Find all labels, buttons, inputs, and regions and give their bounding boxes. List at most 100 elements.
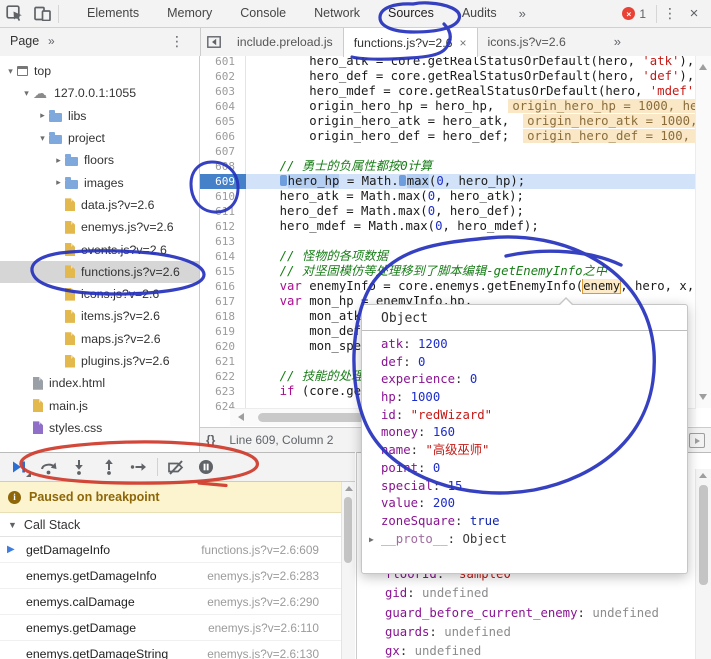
line-number[interactable]: 607 xyxy=(200,144,246,159)
tree-item-items-js-v-2-6[interactable]: items.js?v=2.6 xyxy=(0,305,199,327)
tree-item-images[interactable]: ▸images xyxy=(0,171,199,193)
code-line-602[interactable]: 602 hero_def = core.getRealStatusOrDefau… xyxy=(200,69,696,84)
code-line-609[interactable]: 609 hero_hp = Math.max(0, hero_hp); xyxy=(200,174,696,189)
step-over-button[interactable] xyxy=(34,454,64,480)
property-row-name[interactable]: name: "高级巫师" xyxy=(362,442,687,460)
disclosure-open-icon[interactable]: ▾ xyxy=(36,133,49,144)
call-stack-header[interactable]: ▼ Call Stack xyxy=(0,513,355,537)
expand-arrow-icon[interactable]: ▶ xyxy=(369,531,374,549)
tree-item-enemys-js-v-2-6[interactable]: enemys.js?v=2.6 xyxy=(0,216,199,238)
code-line-607[interactable]: 607 xyxy=(200,144,696,159)
scroll-up-icon[interactable] xyxy=(345,486,353,491)
scroll-up-icon[interactable] xyxy=(699,64,707,70)
line-number[interactable]: 616 xyxy=(200,279,246,294)
line-number[interactable]: 622 xyxy=(200,369,246,384)
property-row-atk[interactable]: atk: 1200 xyxy=(362,336,687,354)
code-line-603[interactable]: 603 hero_mdef = core.getRealStatusOrDefa… xyxy=(200,84,696,99)
tree-item-icons-js-v-2-6[interactable]: icons.js?v=2.6 xyxy=(0,283,199,305)
call-stack-frame[interactable]: ▶getDamageInfofunctions.js?v=2.6:609 xyxy=(0,537,355,563)
editor-vertical-scrollbar[interactable] xyxy=(695,56,711,408)
step-marker-icon[interactable] xyxy=(280,175,287,186)
step-button[interactable] xyxy=(124,454,154,480)
line-number[interactable]: 615 xyxy=(200,264,246,279)
device-toolbar-icon[interactable] xyxy=(28,1,56,27)
tree-item-top[interactable]: ▾top xyxy=(0,60,199,82)
line-number[interactable]: 611 xyxy=(200,204,246,219)
step-out-button[interactable] xyxy=(94,454,124,480)
code-line-608[interactable]: 608 // 勇士的负属性都按0计算 xyxy=(200,159,696,174)
scroll-thumb[interactable] xyxy=(344,497,352,563)
tree-item-project[interactable]: ▾project xyxy=(0,127,199,149)
disclosure-closed-icon[interactable]: ▸ xyxy=(52,155,65,166)
property-row-money[interactable]: money: 160 xyxy=(362,424,687,442)
tree-item-plugins-js-v-2-6[interactable]: plugins.js?v=2.6 xyxy=(0,350,199,372)
line-number[interactable]: 614 xyxy=(200,249,246,264)
debugger-pane-scrollbar[interactable] xyxy=(341,482,355,659)
navigator-tab-page[interactable]: Page xyxy=(10,28,39,55)
scroll-left-icon[interactable] xyxy=(238,413,244,421)
code-line-604[interactable]: 604 origin_hero_hp = hero_hp,origin_hero… xyxy=(200,99,696,114)
property-row-id[interactable]: id: "redWizard" xyxy=(362,407,687,425)
code-line-606[interactable]: 606 origin_hero_def = hero_def;origin_he… xyxy=(200,129,696,144)
disclosure-closed-icon[interactable]: ▸ xyxy=(36,110,49,121)
tree-item-functions-js-v-2-6[interactable]: functions.js?v=2.6 xyxy=(0,261,199,283)
panel-tab-network[interactable]: Network xyxy=(300,0,374,27)
panel-tabs-overflow-icon[interactable]: » xyxy=(511,0,534,27)
file-tabs-overflow-icon[interactable]: » xyxy=(604,28,631,56)
call-stack-frame[interactable]: enemys.getDamageInfoenemys.js?v=2.6:283 xyxy=(0,563,355,589)
code-line-615[interactable]: 615 // 对坚固模仿等处理移到了脚本编辑-getEnemyInfo之中 xyxy=(200,264,696,279)
line-number[interactable]: 619 xyxy=(200,324,246,339)
code-line-616[interactable]: 616 var enemyInfo = core.enemys.getEnemy… xyxy=(200,279,696,294)
code-line-610[interactable]: 610 hero_atk = Math.max(0, hero_atk); xyxy=(200,189,696,204)
step-marker-icon[interactable] xyxy=(399,175,406,186)
line-number[interactable]: 608 xyxy=(200,159,246,174)
line-number[interactable]: 618 xyxy=(200,309,246,324)
error-badge[interactable]: × 1 xyxy=(622,7,646,21)
file-tab[interactable]: include.preload.js xyxy=(227,28,343,56)
tree-item-floors[interactable]: ▸floors xyxy=(0,149,199,171)
tree-item-main-js[interactable]: main.js xyxy=(0,394,199,416)
line-number[interactable]: 613 xyxy=(200,234,246,249)
property-row-value[interactable]: value: 200 xyxy=(362,495,687,513)
property-row-gx[interactable]: gx: undefined xyxy=(357,642,695,659)
panel-tab-audits[interactable]: Audits xyxy=(448,0,511,27)
tree-item-index-html[interactable]: index.html xyxy=(0,372,199,394)
step-into-button[interactable] xyxy=(64,454,94,480)
line-number[interactable]: 602 xyxy=(200,69,246,84)
tree-item-libs[interactable]: ▸libs xyxy=(0,105,199,127)
line-number[interactable]: 603 xyxy=(200,84,246,99)
property-row-experience[interactable]: experience: 0 xyxy=(362,371,687,389)
call-stack-frame[interactable]: enemys.calDamageenemys.js?v=2.6:290 xyxy=(0,589,355,615)
line-number[interactable]: 621 xyxy=(200,354,246,369)
show-debugger-sidebar-icon[interactable] xyxy=(689,433,705,448)
property-row-special[interactable]: special: 15 xyxy=(362,478,687,496)
pause-on-exceptions-button[interactable] xyxy=(191,454,221,480)
resume-button[interactable] xyxy=(4,454,34,480)
tree-item-styles-css[interactable]: styles.css xyxy=(0,417,199,439)
pretty-print-icon[interactable]: {} xyxy=(206,433,215,447)
line-number[interactable]: 623 xyxy=(200,384,246,399)
disclosure-open-icon[interactable]: ▾ xyxy=(4,66,17,77)
property-row-guards[interactable]: guards: undefined xyxy=(357,623,695,642)
property-row-gid[interactable]: gid: undefined xyxy=(357,584,695,603)
file-tab[interactable]: icons.js?v=2.6 xyxy=(478,28,576,56)
line-number[interactable]: 601 xyxy=(200,56,246,69)
property-row-zoneSquare[interactable]: zoneSquare: true xyxy=(362,513,687,531)
navigator-menu-icon[interactable]: ⋮ xyxy=(166,28,188,55)
scroll-down-icon[interactable] xyxy=(699,394,707,400)
inspect-element-icon[interactable] xyxy=(0,1,28,27)
code-line-614[interactable]: 614 // 怪物的各项数据 xyxy=(200,249,696,264)
code-line-612[interactable]: 612 hero_mdef = Math.max(0, hero_mdef); xyxy=(200,219,696,234)
code-line-605[interactable]: 605 origin_hero_atk = hero_atk,origin_he… xyxy=(200,114,696,129)
code-line-611[interactable]: 611 hero_def = Math.max(0, hero_def); xyxy=(200,204,696,219)
navigator-tabs-overflow-icon[interactable]: » xyxy=(48,28,55,55)
line-number[interactable]: 620 xyxy=(200,339,246,354)
code-line-613[interactable]: 613 xyxy=(200,234,696,249)
scroll-thumb[interactable] xyxy=(699,485,708,585)
call-stack-frame[interactable]: enemys.getDamageStringenemys.js?v=2.6:13… xyxy=(0,641,355,659)
scroll-up-icon[interactable] xyxy=(699,473,707,478)
line-number[interactable]: 604 xyxy=(200,99,246,114)
tree-item-127-0-0-1-1055[interactable]: ▾☁127.0.0.1:1055 xyxy=(0,82,199,104)
close-devtools-icon[interactable]: × xyxy=(681,5,707,22)
panel-tab-console[interactable]: Console xyxy=(226,0,300,27)
